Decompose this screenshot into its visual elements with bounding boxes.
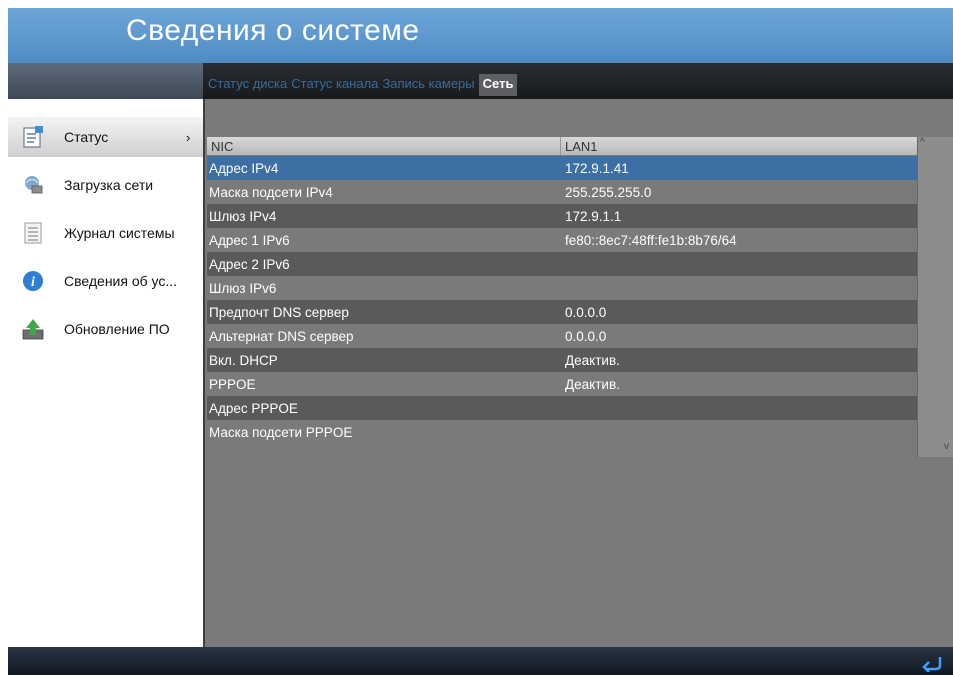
row-value: 0.0.0.0	[565, 329, 607, 344]
row-value: 172.9.1.41	[565, 161, 629, 176]
row-key: Адрес 2 IPv6	[209, 257, 290, 272]
column-divider	[560, 137, 561, 155]
column-header-nic: NIC	[211, 139, 234, 154]
sidebar-item-label: Загрузка сети	[64, 177, 154, 193]
sidebar-item-system-log[interactable]: Журнал системы	[8, 213, 203, 253]
row-key: Альтернат DNS сервер	[209, 329, 354, 344]
row-key: Шлюз IPv4	[209, 209, 277, 224]
window-title: Сведения о системе	[126, 14, 420, 47]
row-value: fe80::8ec7:48ff:fe1b:8b76/64	[565, 233, 737, 248]
table-row[interactable]: Адрес 1 IPv6 fe80::8ec7:48ff:fe1b:8b76/6…	[207, 228, 917, 252]
table-row[interactable]: Предпочт DNS сервер 0.0.0.0	[207, 300, 917, 324]
row-key: Адрес 1 IPv6	[209, 233, 290, 248]
row-value: Деактив.	[565, 377, 620, 392]
sidebar: Статус › Загрузка сети Журнал системы i …	[8, 99, 203, 647]
status-doc-icon	[23, 126, 43, 148]
table-row[interactable]: Маска подсети IPv4 255.255.255.0	[207, 180, 917, 204]
table-row[interactable]: Шлюз IPv4 172.9.1.1	[207, 204, 917, 228]
row-key: Вкл. DHCP	[209, 353, 278, 368]
row-key: PPPOE	[209, 377, 256, 392]
row-value: Деактив.	[565, 353, 620, 368]
table-row[interactable]: Вкл. DHCP Деактив.	[207, 348, 917, 372]
return-arrow-icon[interactable]	[920, 652, 944, 672]
scroll-up-arrow-icon[interactable]: ^	[920, 137, 925, 148]
log-list-icon	[24, 222, 42, 244]
sidebar-header	[8, 63, 203, 99]
svg-text:i: i	[31, 275, 35, 290]
sidebar-item-network-load[interactable]: Загрузка сети	[8, 165, 203, 205]
sidebar-item-label: Обновление ПО	[64, 321, 170, 337]
row-value: 0.0.0.0	[565, 305, 607, 320]
row-key: Адрес PPPOE	[209, 401, 298, 416]
row-value: 255.255.255.0	[565, 185, 652, 200]
sidebar-item-firmware-update[interactable]: Обновление ПО	[8, 309, 203, 349]
network-load-icon	[25, 176, 43, 194]
scroll-down-arrow-icon[interactable]: v	[944, 441, 949, 452]
table-row[interactable]: Адрес PPPOE	[207, 396, 917, 420]
chevron-right-icon: ›	[186, 129, 191, 145]
row-key: Маска подсети IPv4	[209, 185, 333, 200]
table-row[interactable]: PPPOE Деактив.	[207, 372, 917, 396]
sidebar-item-status[interactable]: Статус ›	[8, 117, 203, 157]
app-window: Сведения о системе Статус диска Статус к…	[8, 8, 953, 675]
sidebar-item-label: Статус	[64, 129, 109, 145]
row-value: 172.9.1.1	[565, 209, 622, 224]
table-row[interactable]: Адрес 2 IPv6	[207, 252, 917, 276]
sidebar-item-label: Журнал системы	[64, 225, 175, 241]
tabs: Статус диска Статус канала Запись камеры…	[208, 74, 518, 96]
sidebar-item-device-info[interactable]: i Сведения об ус...	[8, 261, 203, 301]
table-row[interactable]: Альтернат DNS сервер 0.0.0.0	[207, 324, 917, 348]
network-info-panel: NIC LAN1 Адрес IPv4 172.9.1.41 Маска под…	[203, 99, 953, 647]
row-key: Адрес IPv4	[209, 161, 279, 176]
row-key: Маска подсети PPPOE	[209, 425, 353, 440]
upgrade-icon	[22, 319, 44, 340]
row-key: Шлюз IPv6	[209, 281, 277, 296]
tab-disk-status[interactable]: Статус диска	[208, 74, 287, 96]
table-row[interactable]: Адрес IPv4 172.9.1.41	[207, 156, 917, 180]
column-header-lan1: LAN1	[565, 139, 598, 154]
tab-network[interactable]: Сеть	[478, 74, 518, 96]
tab-camera-recording[interactable]: Запись камеры	[382, 74, 474, 96]
bottom-bar	[8, 647, 953, 675]
info-icon: i	[23, 271, 43, 291]
sidebar-item-label: Сведения об ус...	[64, 273, 178, 289]
row-key: Предпочт DNS сервер	[209, 305, 349, 320]
tab-channel-status[interactable]: Статус канала	[291, 74, 378, 96]
title-bar: Сведения о системе	[8, 8, 953, 63]
table-header: NIC LAN1	[207, 137, 917, 155]
table-row[interactable]: Шлюз IPv6	[207, 276, 917, 300]
table-scrollbar[interactable]: ^ v	[917, 137, 953, 457]
table-row[interactable]: Маска подсети PPPOE	[207, 420, 917, 444]
